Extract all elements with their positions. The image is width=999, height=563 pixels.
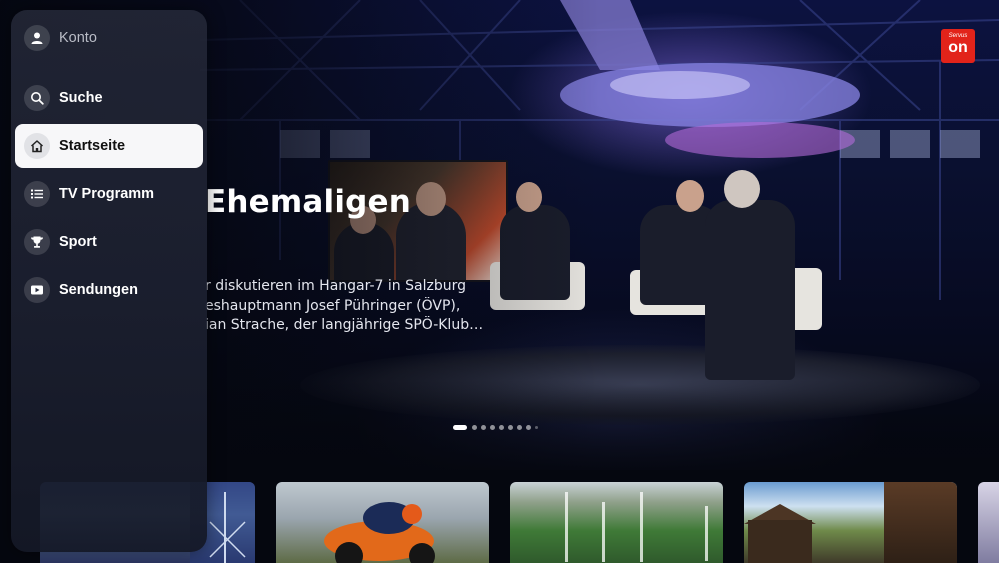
- carousel-dot[interactable]: [508, 424, 513, 430]
- servus-on-logo: Servus on: [941, 29, 975, 63]
- content-tile[interactable]: [978, 482, 999, 563]
- sidebar-item-startseite[interactable]: Startseite: [15, 124, 203, 168]
- carousel-dot[interactable]: [517, 424, 522, 430]
- content-tile[interactable]: [744, 482, 957, 563]
- waterfall: [640, 492, 643, 562]
- mountain-hut: [748, 520, 812, 563]
- trophy-icon: [24, 229, 50, 255]
- sidebar-item-label: Sendungen: [59, 282, 138, 298]
- sidebar-menu: Konto Suche Startseite TV Programm Sport…: [11, 10, 207, 552]
- sidebar-item-label: TV Programm: [59, 186, 155, 202]
- carousel-dot[interactable]: [526, 424, 531, 430]
- sidebar-item-label: Startseite: [59, 138, 126, 154]
- hero-title: Ehemaligen: [205, 184, 412, 220]
- content-tile[interactable]: [276, 482, 489, 563]
- sidebar-item-suche[interactable]: Suche: [15, 76, 203, 120]
- hero-description-line: ian Strache, der langjährige SPÖ-Klub…: [205, 317, 484, 333]
- carousel-dot[interactable]: [535, 425, 538, 429]
- waterfall: [602, 502, 605, 562]
- sidebar-item-tv-programm[interactable]: TV Programm: [15, 172, 203, 216]
- sidebar-item-konto[interactable]: Konto: [15, 16, 203, 60]
- carousel-dot[interactable]: [472, 424, 477, 430]
- hero-description-line: r diskutieren im Hangar-7 in Salzburg: [205, 278, 466, 294]
- list-icon: [24, 181, 50, 207]
- hero-description: r diskutieren im Hangar-7 in Salzburg es…: [205, 277, 505, 336]
- carousel-dot[interactable]: [481, 424, 486, 430]
- play-icon: [24, 277, 50, 303]
- home-icon: [24, 133, 50, 159]
- sidebar-item-sport[interactable]: Sport: [15, 220, 203, 264]
- wooden-cabin: [884, 482, 957, 563]
- carousel-dot[interactable]: [499, 424, 504, 430]
- user-icon: [24, 25, 50, 51]
- sidebar-item-label: Sport: [59, 234, 97, 250]
- sidebar-item-sendungen[interactable]: Sendungen: [15, 268, 203, 312]
- search-icon: [24, 85, 50, 111]
- carousel-pagination: [453, 424, 542, 430]
- carousel-dot[interactable]: [490, 424, 495, 430]
- logo-text: on: [948, 39, 968, 56]
- sidebar-item-label: Konto: [59, 30, 97, 46]
- content-tile[interactable]: [510, 482, 723, 563]
- waterfall: [565, 492, 568, 562]
- motorbike-image: [324, 502, 435, 563]
- hero-description-line: eshauptmann Josef Pühringer (ÖVP),: [205, 297, 461, 314]
- carousel-dot[interactable]: [453, 424, 467, 430]
- sidebar-item-label: Suche: [59, 90, 103, 106]
- waterfall: [705, 506, 708, 561]
